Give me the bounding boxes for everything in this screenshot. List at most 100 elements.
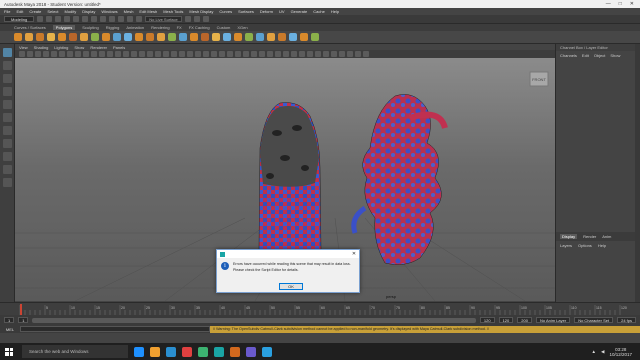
taskbar-app-icon[interactable]: [198, 346, 208, 357]
viewport-menu-view[interactable]: View: [19, 45, 28, 50]
menu-select[interactable]: Select: [47, 9, 58, 14]
shelf-tab-custom[interactable]: Custom: [217, 25, 231, 30]
menu-file[interactable]: File: [4, 9, 10, 14]
snap-point-icon[interactable]: [127, 16, 134, 22]
shelf-tab-fx-caching[interactable]: FX Caching: [189, 25, 210, 30]
range-start-field[interactable]: 1: [4, 317, 15, 323]
range-end2-field[interactable]: 200: [517, 317, 532, 323]
shelf-tab-xgen[interactable]: XGen: [237, 25, 247, 30]
menu-help[interactable]: Help: [331, 9, 339, 14]
lasso-tool-icon[interactable]: [2, 61, 12, 70]
fps-dropdown[interactable]: 24 fps: [617, 317, 636, 323]
taskbar-app-icon[interactable]: [166, 346, 176, 357]
save-scene-icon[interactable]: [55, 16, 62, 22]
shelf-tool-icon[interactable]: [157, 33, 165, 41]
menu-edit[interactable]: Edit: [16, 9, 23, 14]
shelf-tool-icon[interactable]: [179, 33, 187, 41]
menu-edit-mesh[interactable]: Edit Mesh: [139, 9, 157, 14]
shelf-tool-icon[interactable]: [135, 33, 143, 41]
mel-label[interactable]: MEL: [0, 327, 20, 332]
viewport-tool-icon[interactable]: [163, 51, 169, 57]
menu-uv[interactable]: UV: [279, 9, 285, 14]
viewport-tool-icon[interactable]: [227, 51, 233, 57]
taskbar-app-icon[interactable]: [150, 346, 160, 357]
ipr-render-icon[interactable]: [193, 16, 200, 22]
select-hierarchy-icon[interactable]: [82, 16, 89, 22]
paint-select-tool-icon[interactable]: [2, 74, 12, 83]
select-object-icon[interactable]: [91, 16, 98, 22]
redo-icon[interactable]: [73, 16, 80, 22]
render-settings-icon[interactable]: [202, 16, 209, 22]
viewport-tool-icon[interactable]: [123, 51, 129, 57]
viewport-tool-icon[interactable]: [67, 51, 73, 57]
viewport-tool-icon[interactable]: [139, 51, 145, 57]
viewport-tool-icon[interactable]: [211, 51, 217, 57]
viewport-tool-icon[interactable]: [75, 51, 81, 57]
shelf-tool-icon[interactable]: [234, 33, 242, 41]
dialog-close-icon[interactable]: ✕: [349, 251, 359, 257]
range-end-field[interactable]: 120: [498, 317, 514, 323]
mode-selector[interactable]: Modeling: [4, 16, 35, 22]
menu-surfaces[interactable]: Surfaces: [238, 9, 254, 14]
viewport-menu-lighting[interactable]: Lighting: [54, 45, 68, 50]
viewport-tool-icon[interactable]: [219, 51, 225, 57]
move-tool-icon[interactable]: [2, 87, 12, 96]
layout-outliner-icon[interactable]: [2, 178, 12, 187]
shelf-tool-icon[interactable]: [91, 33, 99, 41]
network-icon[interactable]: ▲: [592, 349, 596, 354]
viewport-tool-icon[interactable]: [91, 51, 97, 57]
menu-generate[interactable]: Generate: [291, 9, 308, 14]
menu-mesh[interactable]: Mesh: [124, 9, 134, 14]
viewport-tool-icon[interactable]: [99, 51, 105, 57]
live-surface-field[interactable]: No Live Surface: [145, 16, 182, 22]
viewport-menu-renderer[interactable]: Renderer: [90, 45, 107, 50]
viewport-tool-icon[interactable]: [283, 51, 289, 57]
close-button[interactable]: ✕: [630, 1, 634, 7]
shelf-tool-icon[interactable]: [14, 33, 22, 41]
shelf-tool-icon[interactable]: [80, 33, 88, 41]
layer-tab-anim[interactable]: Anim: [602, 234, 611, 239]
shelf-tool-icon[interactable]: [190, 33, 198, 41]
shelf-tool-icon[interactable]: [36, 33, 44, 41]
viewport-tool-icon[interactable]: [131, 51, 137, 57]
clock[interactable]: 03:28 10/12/2017: [609, 347, 632, 357]
taskbar-app-icon[interactable]: [230, 346, 240, 357]
range-inner-start-field[interactable]: 1: [18, 317, 29, 323]
viewport-tool-icon[interactable]: [187, 51, 193, 57]
viewport-tool-icon[interactable]: [59, 51, 65, 57]
ok-button[interactable]: OK: [279, 283, 303, 290]
shelf-tool-icon[interactable]: [124, 33, 132, 41]
select-tool-icon[interactable]: [2, 48, 12, 57]
viewport-tool-icon[interactable]: [155, 51, 161, 57]
menu-mesh-display[interactable]: Mesh Display: [189, 9, 213, 14]
side-tab-strip[interactable]: [635, 44, 640, 302]
menu-modify[interactable]: Modify: [65, 9, 77, 14]
viewport-menu-show[interactable]: Show: [74, 45, 84, 50]
menu-options[interactable]: Options: [578, 243, 592, 248]
viewport-tool-icon[interactable]: [171, 51, 177, 57]
viewport-tool-icon[interactable]: [43, 51, 49, 57]
minimize-button[interactable]: —: [606, 1, 611, 7]
shelf-tool-icon[interactable]: [300, 33, 308, 41]
shelf-tool-icon[interactable]: [212, 33, 220, 41]
shelf-tool-icon[interactable]: [69, 33, 77, 41]
anim-layer-dropdown[interactable]: No Anim Layer: [535, 317, 571, 323]
menu-help[interactable]: Help: [598, 243, 606, 248]
viewport-tool-icon[interactable]: [243, 51, 249, 57]
viewport-tool-icon[interactable]: [259, 51, 265, 57]
shelf-tab-polygons[interactable]: Polygons: [52, 25, 76, 30]
viewport-tool-icon[interactable]: [203, 51, 209, 57]
viewport-tool-icon[interactable]: [35, 51, 41, 57]
shelf-tool-icon[interactable]: [25, 33, 33, 41]
viewport-tool-icon[interactable]: [363, 51, 369, 57]
shelf-tab-sculpting[interactable]: Sculpting: [82, 25, 98, 30]
maximize-button[interactable]: □: [619, 1, 622, 7]
layout-side-icon[interactable]: [2, 165, 12, 174]
new-scene-icon[interactable]: [37, 16, 44, 22]
viewport-menu-shading[interactable]: Shading: [34, 45, 49, 50]
taskbar-search[interactable]: Search the web and Windows: [22, 345, 128, 358]
taskbar-app-icon[interactable]: [246, 346, 256, 357]
viewport-tool-icon[interactable]: [115, 51, 121, 57]
taskbar-app-icon[interactable]: [134, 346, 144, 357]
scale-tool-icon[interactable]: [2, 113, 12, 122]
